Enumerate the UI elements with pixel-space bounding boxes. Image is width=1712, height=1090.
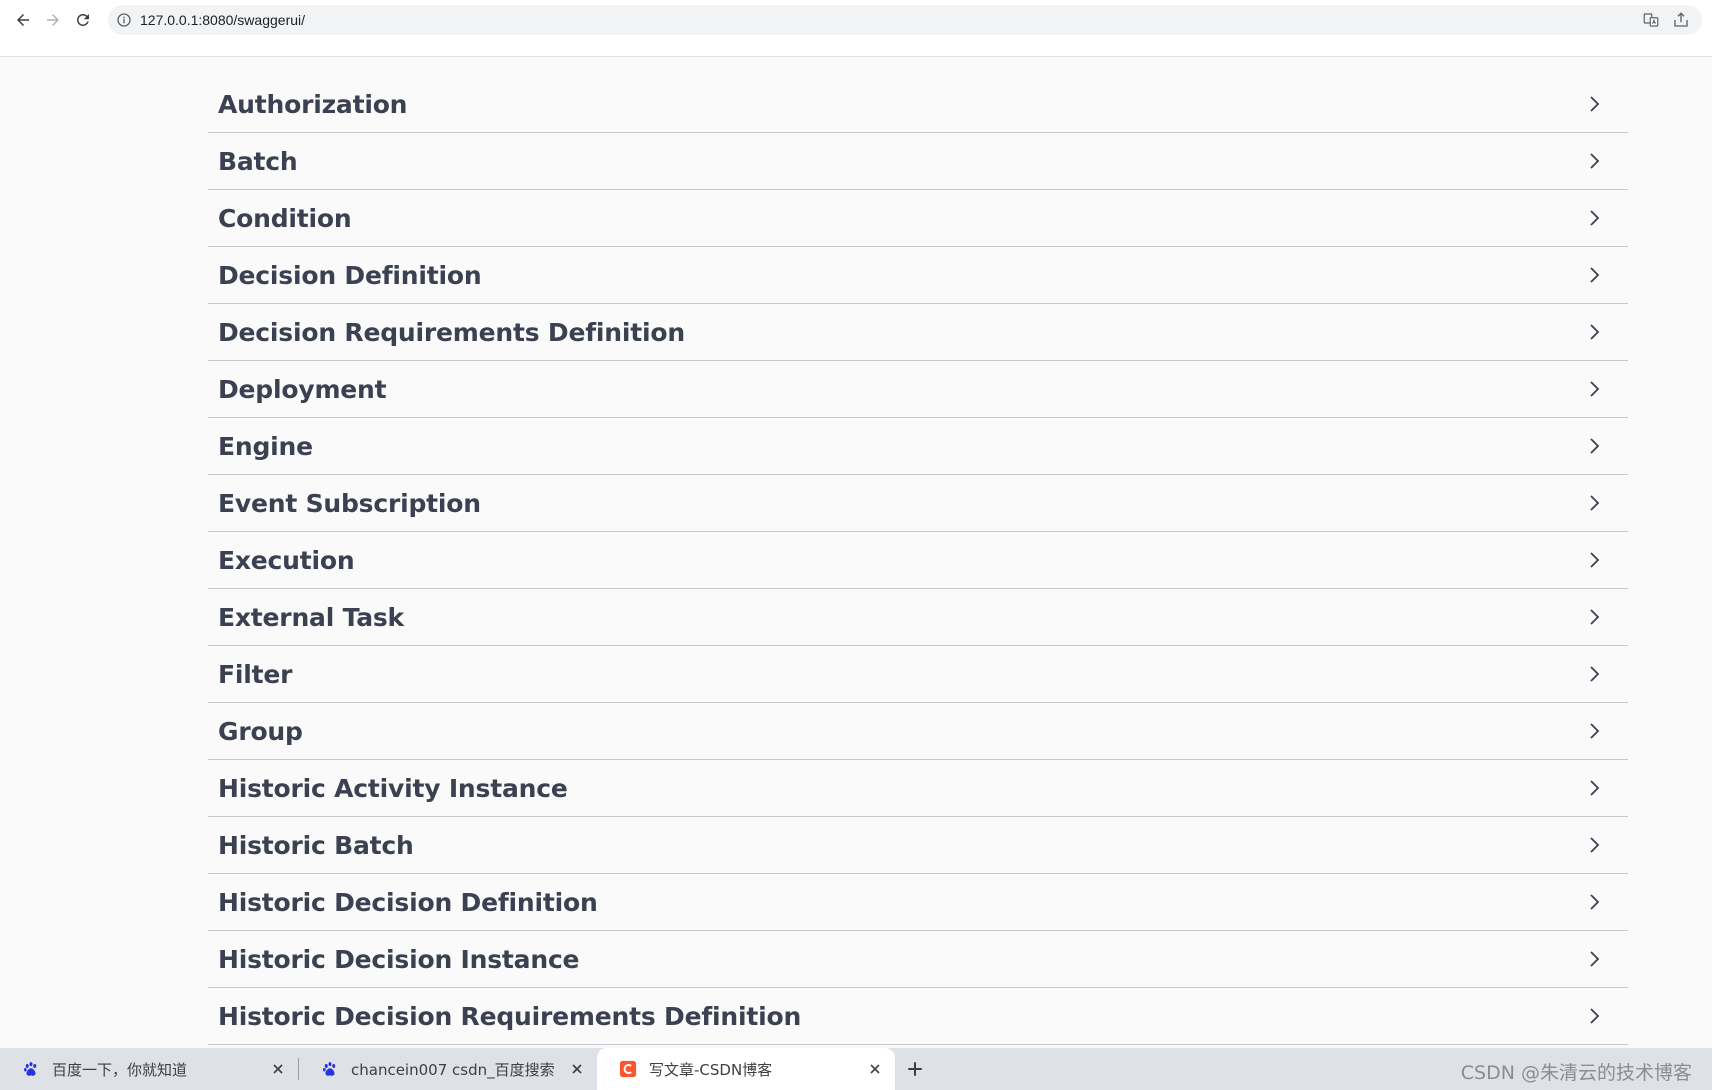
reload-button[interactable]	[68, 5, 98, 35]
tag-name: Decision Definition	[218, 260, 482, 290]
arrow-left-icon	[17, 14, 29, 26]
tab-baidu-home[interactable]: 百度一下，你就知道	[0, 1048, 298, 1090]
tag-section[interactable]: Decision Definition	[208, 247, 1628, 304]
tag-section[interactable]: Historic Decision Definition	[208, 874, 1628, 931]
close-icon[interactable]	[270, 1061, 286, 1077]
tag-name: Deployment	[218, 374, 387, 404]
chevron-right-icon[interactable]	[1584, 607, 1604, 627]
tag-section[interactable]: Batch	[208, 133, 1628, 190]
tag-name: Event Subscription	[218, 488, 481, 518]
tag-name: Filter	[218, 659, 293, 689]
baidu-paw-icon	[22, 1060, 40, 1078]
tag-section[interactable]: Engine	[208, 418, 1628, 475]
translate-icon[interactable]	[1642, 11, 1660, 29]
chevron-right-icon[interactable]	[1584, 151, 1604, 171]
forward-button[interactable]	[38, 5, 68, 35]
share-icon[interactable]	[1672, 11, 1690, 29]
close-icon[interactable]	[569, 1061, 585, 1077]
chevron-right-icon[interactable]	[1584, 493, 1604, 513]
tab-title: chancein007 csdn_百度搜索	[351, 1060, 555, 1079]
tag-list: Authorization Batch Condition Decision Defi…	[208, 76, 1628, 1045]
tag-name: Condition	[218, 203, 352, 233]
chevron-right-icon[interactable]	[1584, 322, 1604, 342]
browser-toolbar: 127.0.0.1:8080/swaggerui/	[0, 0, 1712, 40]
baidu-paw-icon	[321, 1060, 339, 1078]
tag-name: Historic Decision Instance	[218, 944, 580, 974]
tab-csdn-write[interactable]: 写文章-CSDN博客	[597, 1048, 895, 1090]
info-icon[interactable]	[116, 12, 132, 28]
tag-section[interactable]: Historic Batch	[208, 817, 1628, 874]
chevron-right-icon[interactable]	[1584, 1006, 1604, 1026]
chevron-right-icon[interactable]	[1584, 664, 1604, 684]
tag-name: Engine	[218, 431, 313, 461]
page-top-bar	[0, 40, 1712, 57]
browser-tab-strip: 百度一下，你就知道 chancein007 csdn_百度搜索 写文章-CSDN…	[0, 1048, 1712, 1090]
chevron-right-icon[interactable]	[1584, 949, 1604, 969]
tag-section[interactable]: Historic Decision Requirements Definitio…	[208, 988, 1628, 1045]
tag-name: Historic Activity Instance	[218, 773, 568, 803]
tag-section[interactable]: Group	[208, 703, 1628, 760]
tag-section[interactable]: External Task	[208, 589, 1628, 646]
tag-section[interactable]: Historic Activity Instance	[208, 760, 1628, 817]
tab-title: 写文章-CSDN博客	[649, 1060, 773, 1079]
tag-section[interactable]: Filter	[208, 646, 1628, 703]
tag-name: Historic Decision Requirements Definitio…	[218, 1001, 802, 1031]
swagger-ui-content: Authorization Batch Condition Decision Defi…	[0, 58, 1712, 1048]
new-tab-button[interactable]	[895, 1048, 935, 1090]
chevron-right-icon[interactable]	[1584, 379, 1604, 399]
csdn-logo-icon	[619, 1060, 637, 1078]
back-button[interactable]	[8, 5, 38, 35]
tag-name: Decision Requirements Definition	[218, 317, 685, 347]
tag-section[interactable]: Execution	[208, 532, 1628, 589]
chevron-right-icon[interactable]	[1584, 721, 1604, 741]
close-icon[interactable]	[867, 1061, 883, 1077]
chevron-right-icon[interactable]	[1584, 892, 1604, 912]
chevron-right-icon[interactable]	[1584, 208, 1604, 228]
tag-name: External Task	[218, 602, 404, 632]
tag-section[interactable]: Event Subscription	[208, 475, 1628, 532]
reload-icon	[76, 13, 89, 26]
chevron-right-icon[interactable]	[1584, 94, 1604, 114]
tag-name: Group	[218, 716, 303, 746]
chevron-right-icon[interactable]	[1584, 436, 1604, 456]
arrow-right-icon	[47, 14, 59, 26]
tag-section[interactable]: Decision Requirements Definition	[208, 304, 1628, 361]
tag-name: Historic Batch	[218, 830, 414, 860]
tag-name: Batch	[218, 146, 298, 176]
plus-icon	[908, 1062, 922, 1076]
tag-name: Authorization	[218, 89, 408, 119]
tag-name: Execution	[218, 545, 355, 575]
tag-section[interactable]: Condition	[208, 190, 1628, 247]
watermark: CSDN @朱清云的技术博客	[1460, 1062, 1692, 1084]
address-bar[interactable]: 127.0.0.1:8080/swaggerui/	[108, 5, 1702, 35]
tab-baidu-search[interactable]: chancein007 csdn_百度搜索	[299, 1048, 597, 1090]
chevron-right-icon[interactable]	[1584, 835, 1604, 855]
tag-name: Historic Decision Definition	[218, 887, 598, 917]
chevron-right-icon[interactable]	[1584, 550, 1604, 570]
tab-title: 百度一下，你就知道	[52, 1060, 188, 1079]
chevron-right-icon[interactable]	[1584, 265, 1604, 285]
tag-section[interactable]: Historic Decision Instance	[208, 931, 1628, 988]
chevron-right-icon[interactable]	[1584, 778, 1604, 798]
tag-section[interactable]: Authorization	[208, 76, 1628, 133]
tag-section[interactable]: Deployment	[208, 361, 1628, 418]
url-text[interactable]: 127.0.0.1:8080/swaggerui/	[140, 12, 305, 28]
